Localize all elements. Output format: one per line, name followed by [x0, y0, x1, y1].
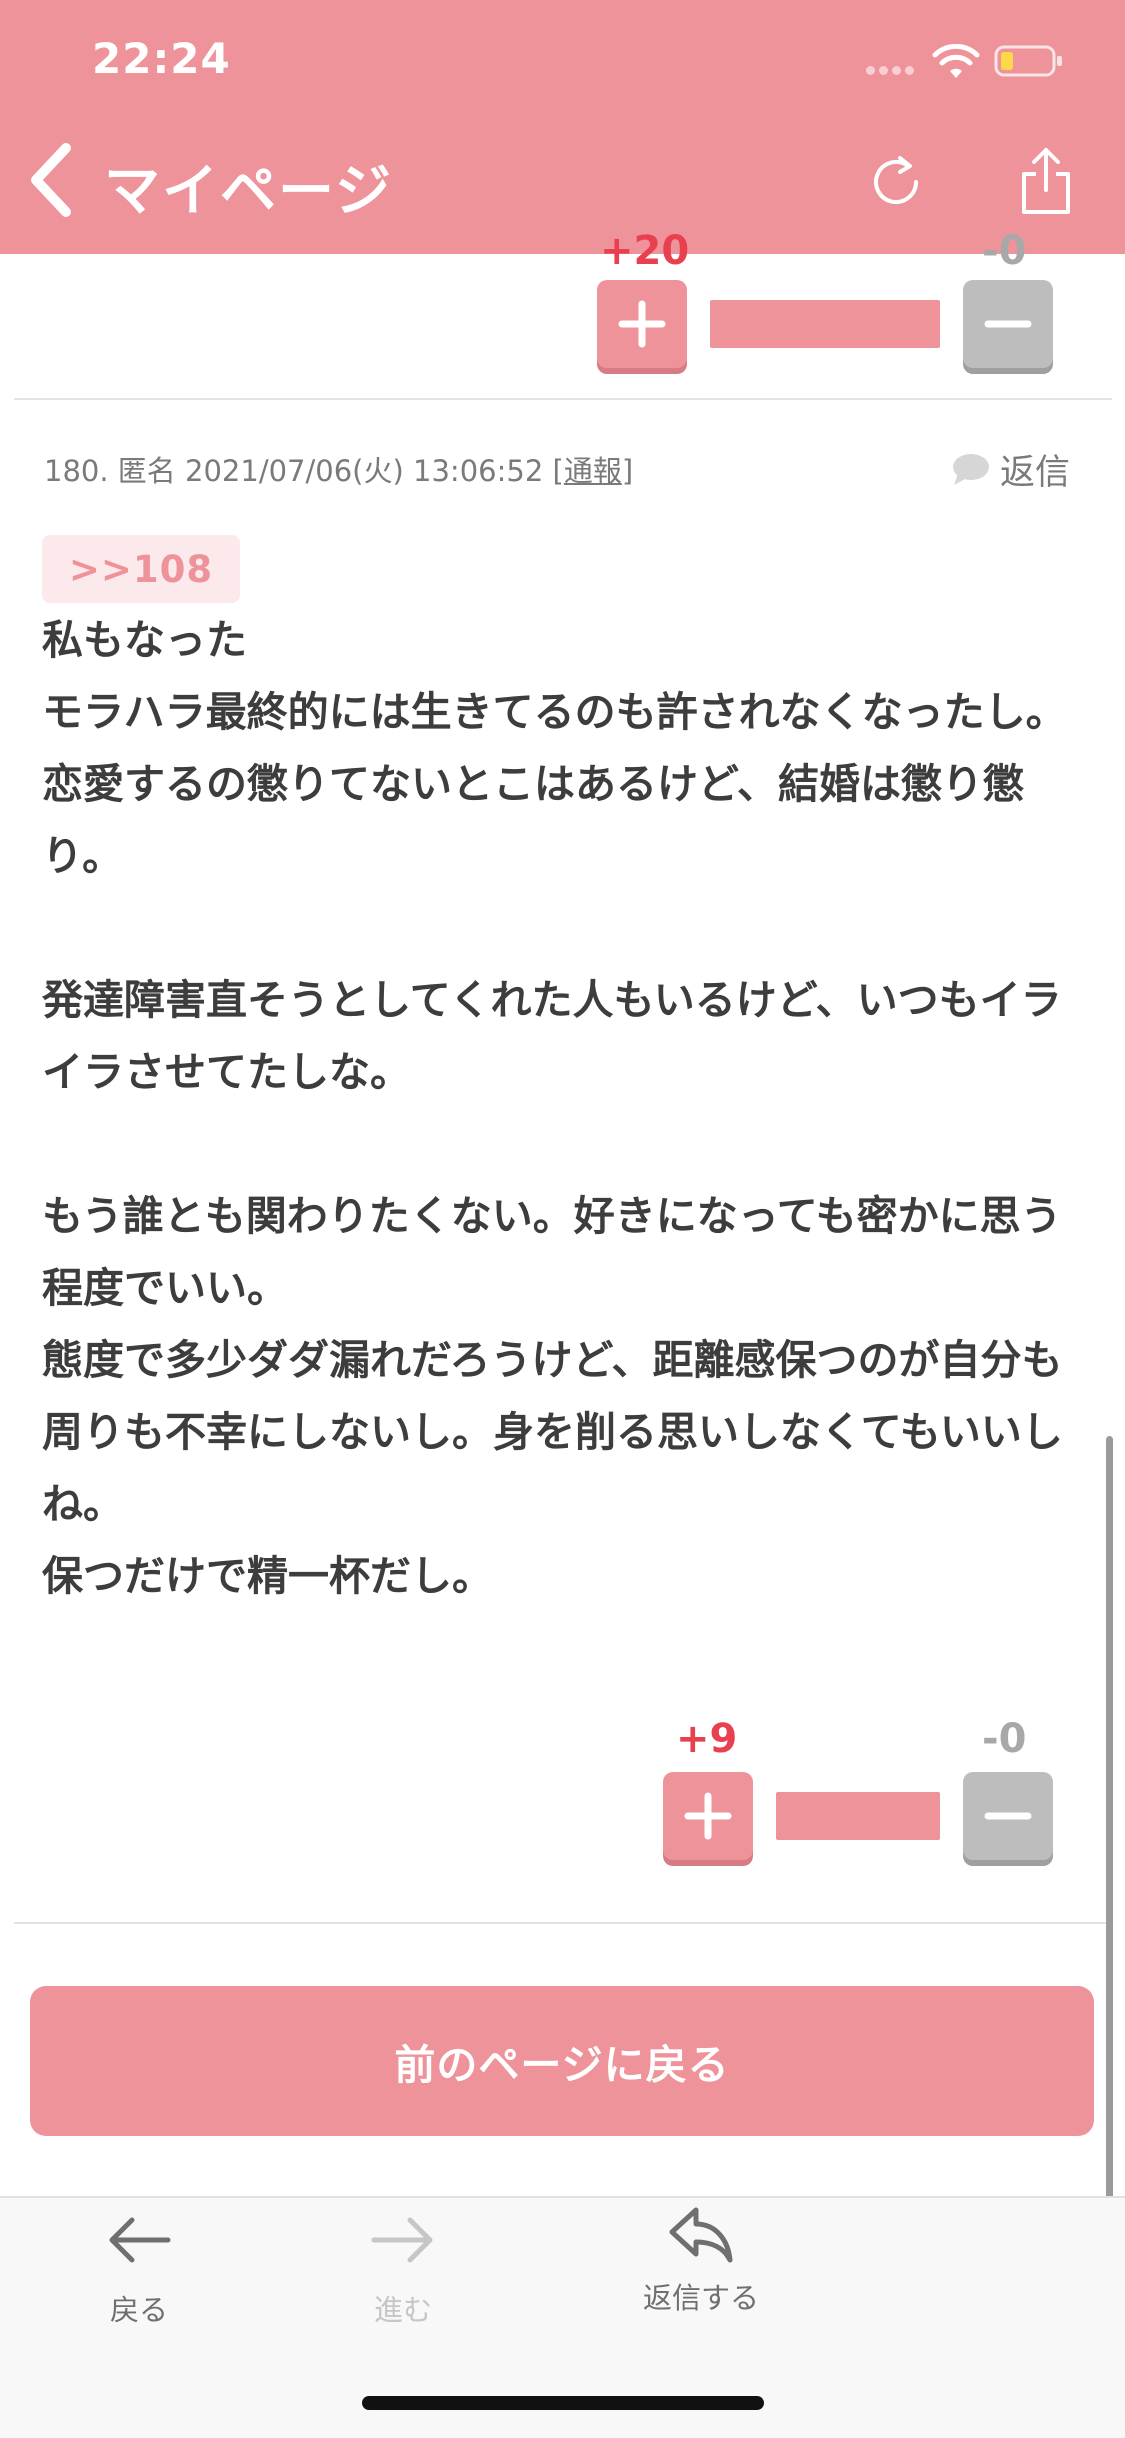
reply-button[interactable]: 返信 — [950, 444, 1070, 495]
plus-icon — [618, 300, 666, 348]
toolbar-reply-button[interactable]: 返信する — [626, 2204, 776, 2317]
post-number: 180. — [44, 454, 109, 488]
reply-arrow-icon — [669, 2207, 733, 2263]
arrow-left-icon — [109, 2217, 171, 2263]
post-meta: 180. 匿名 2021/07/06(火) 13:06:52 [通報] — [44, 448, 633, 490]
share-icon[interactable] — [1016, 146, 1076, 218]
toolbar-forward-label: 進む — [373, 2293, 432, 2327]
page-title: マイページ — [104, 159, 393, 224]
vote-ratio-bar — [776, 1792, 940, 1840]
battery-icon — [994, 45, 1062, 77]
post-datetime: 2021/07/06(火) 13:06:52 — [185, 454, 544, 488]
vote-plus-count: +9 — [676, 1716, 738, 1762]
minus-icon — [984, 320, 1032, 328]
minus-vote-button[interactable] — [963, 1772, 1053, 1860]
plus-icon — [684, 1792, 732, 1840]
report-link[interactable]: 通報 — [564, 454, 622, 488]
prev-vote-ratio-fill — [710, 300, 940, 348]
prev-minus-vote-button[interactable] — [963, 280, 1053, 368]
section-divider — [14, 1922, 1112, 1924]
vote-minus-count: -0 — [982, 1716, 1027, 1762]
toolbar-back-button[interactable]: 戻る — [64, 2212, 214, 2329]
minus-icon — [984, 1812, 1032, 1820]
status-time: 22:24 — [92, 34, 231, 83]
toolbar-reply-label: 返信する — [642, 2281, 759, 2315]
report-bracket-open: [ — [552, 454, 564, 488]
back-to-previous-page-button[interactable]: 前のページに戻る — [30, 1986, 1094, 2136]
post-body: 私もなった モラハラ最終的には生きてるのも許されなくなったし。 恋愛するの懲りて… — [42, 616, 1067, 1600]
toolbar-back-label: 戻る — [109, 2293, 168, 2327]
post-divider — [14, 398, 1112, 400]
speech-bubble-icon — [953, 453, 989, 485]
prev-vote-minus-count: -0 — [982, 228, 1027, 274]
refresh-icon[interactable] — [866, 152, 926, 212]
post-author: 匿名 — [117, 454, 176, 488]
report-bracket-close: ] — [621, 454, 634, 488]
plus-vote-button[interactable] — [663, 1772, 753, 1860]
home-indicator — [362, 2396, 764, 2410]
arrow-right-icon — [371, 2217, 433, 2263]
prev-vote-ratio-bar — [710, 300, 940, 348]
prev-plus-vote-button[interactable] — [597, 280, 687, 368]
vote-ratio-fill — [776, 1792, 940, 1840]
scrollbar[interactable] — [1106, 1436, 1113, 2252]
anchor-link[interactable]: >>108 — [42, 535, 240, 603]
prev-vote-plus-count: +20 — [600, 228, 690, 274]
app-header: 22:24 マイページ — [0, 0, 1125, 254]
chevron-left-icon[interactable] — [26, 142, 76, 218]
toolbar-forward-button[interactable]: 進む — [328, 2212, 478, 2329]
wifi-icon — [932, 44, 980, 78]
reply-label: 返信 — [1000, 453, 1071, 493]
cellular-signal-icon — [866, 66, 916, 76]
